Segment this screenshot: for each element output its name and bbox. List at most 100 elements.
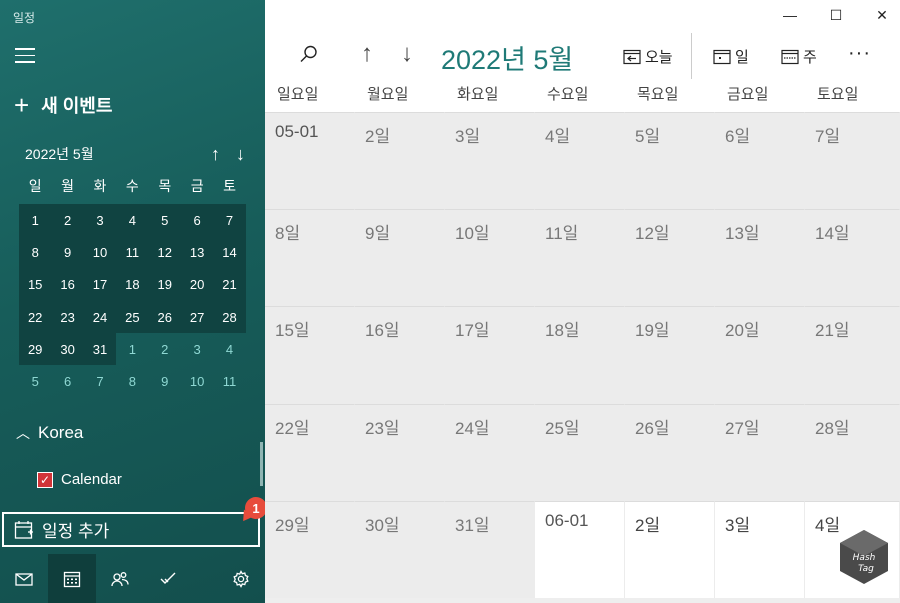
- mini-day[interactable]: 5: [19, 365, 51, 397]
- sidebar-scrollbar[interactable]: [260, 442, 263, 486]
- settings-nav-button[interactable]: [217, 554, 265, 603]
- day-cell[interactable]: 06-01: [535, 500, 625, 598]
- mini-day[interactable]: 21: [213, 268, 246, 301]
- mini-day[interactable]: 27: [180, 300, 214, 334]
- mini-day[interactable]: 22: [19, 300, 52, 334]
- day-cell[interactable]: 9일: [355, 209, 445, 307]
- day-cell[interactable]: 17일: [445, 306, 535, 404]
- day-cell[interactable]: 8일: [265, 209, 355, 307]
- checkbox-checked-icon[interactable]: ✓: [37, 471, 53, 488]
- mini-day[interactable]: 7: [84, 365, 116, 397]
- day-cell[interactable]: 2일: [355, 112, 445, 210]
- mini-day[interactable]: 1: [19, 204, 52, 237]
- week-view-button[interactable]: 주: [781, 46, 817, 67]
- today-button[interactable]: 오늘: [623, 46, 673, 67]
- mini-day[interactable]: 15: [19, 268, 52, 301]
- todo-nav-button[interactable]: [144, 554, 192, 603]
- day-cell[interactable]: 28일: [805, 403, 900, 501]
- day-cell[interactable]: 21일: [805, 306, 900, 404]
- day-cell[interactable]: 3일: [445, 112, 535, 210]
- day-cell[interactable]: 22일: [265, 403, 355, 501]
- mini-day[interactable]: 3: [181, 333, 213, 365]
- day-cell[interactable]: 31일: [445, 500, 535, 598]
- mini-day[interactable]: 9: [149, 365, 181, 397]
- day-cell[interactable]: 23일: [355, 403, 445, 501]
- day-cell[interactable]: 14일: [805, 209, 900, 307]
- day-cell[interactable]: 25일: [535, 403, 625, 501]
- more-options-icon[interactable]: ···: [848, 42, 871, 65]
- people-nav-button[interactable]: [96, 554, 144, 603]
- maximize-icon[interactable]: ☐: [826, 7, 846, 24]
- mini-day[interactable]: 13: [180, 236, 214, 269]
- day-cell[interactable]: 05-01: [265, 112, 355, 210]
- minimize-icon[interactable]: —: [780, 7, 800, 24]
- mini-day[interactable]: 2: [51, 204, 84, 237]
- day-cell[interactable]: 15일: [265, 306, 355, 404]
- day-cell[interactable]: 4일: [535, 112, 625, 210]
- day-cell[interactable]: 5일: [625, 112, 715, 210]
- day-cell[interactable]: 30일: [355, 500, 445, 598]
- mini-day[interactable]: 3: [83, 204, 117, 237]
- mini-day[interactable]: 25: [116, 300, 149, 334]
- mini-day[interactable]: 19: [148, 268, 181, 301]
- day-cell[interactable]: 24일: [445, 403, 535, 501]
- calendar-nav-button[interactable]: [48, 554, 96, 603]
- day-cell[interactable]: 6일: [715, 112, 805, 210]
- day-cell[interactable]: 27일: [715, 403, 805, 501]
- day-cell[interactable]: 3일: [715, 500, 805, 598]
- day-cell[interactable]: 16일: [355, 306, 445, 404]
- mail-nav-button[interactable]: [0, 554, 48, 603]
- new-event-button[interactable]: + 새 이벤트: [14, 92, 112, 118]
- day-cell[interactable]: 2일: [625, 500, 715, 598]
- next-month-arrow-down-icon[interactable]: ↓: [401, 40, 413, 68]
- mini-prev-month-arrow-up-icon[interactable]: ↑: [211, 144, 220, 165]
- close-icon[interactable]: ✕: [872, 7, 892, 24]
- mini-day[interactable]: 18: [116, 268, 149, 301]
- mini-day[interactable]: 28: [213, 300, 246, 334]
- mini-day[interactable]: 10: [181, 365, 213, 397]
- mini-day[interactable]: 2: [149, 333, 181, 365]
- mini-day[interactable]: 26: [148, 300, 181, 334]
- search-button[interactable]: [299, 44, 319, 69]
- mini-day[interactable]: 24: [83, 300, 117, 334]
- day-cell[interactable]: 19일: [625, 306, 715, 404]
- mini-day[interactable]: 12: [148, 236, 181, 269]
- day-cell[interactable]: 18일: [535, 306, 625, 404]
- mini-day[interactable]: 6: [180, 204, 214, 237]
- mini-day[interactable]: 1: [116, 333, 148, 365]
- mini-day[interactable]: 17: [83, 268, 117, 301]
- hamburger-menu-icon[interactable]: [15, 48, 35, 64]
- mini-day[interactable]: 6: [51, 365, 83, 397]
- day-view-button[interactable]: 일: [713, 46, 749, 67]
- mini-day[interactable]: 29: [19, 333, 52, 366]
- day-cell[interactable]: 13일: [715, 209, 805, 307]
- mini-day[interactable]: 10: [83, 236, 117, 269]
- day-cell[interactable]: 12일: [625, 209, 715, 307]
- mini-day[interactable]: 14: [213, 236, 246, 269]
- month-title[interactable]: 2022년 5월: [441, 38, 573, 77]
- day-cell[interactable]: 29일: [265, 500, 355, 598]
- mini-day[interactable]: 5: [148, 204, 181, 237]
- mini-day[interactable]: 7: [213, 204, 246, 237]
- mini-day[interactable]: 11: [116, 236, 149, 269]
- calendar-group-korea[interactable]: ︿ Korea: [16, 423, 83, 443]
- add-schedule-button[interactable]: 일정 추가: [2, 512, 260, 547]
- mini-day[interactable]: 30: [51, 333, 84, 366]
- prev-month-arrow-up-icon[interactable]: ↑: [361, 40, 373, 68]
- mini-day[interactable]: 4: [213, 333, 245, 365]
- mini-day[interactable]: 9: [51, 236, 84, 269]
- mini-day[interactable]: 16: [51, 268, 84, 301]
- mini-day[interactable]: 31: [83, 333, 117, 366]
- mini-day[interactable]: 20: [180, 268, 214, 301]
- mini-day[interactable]: 8: [116, 365, 148, 397]
- day-cell[interactable]: 10일: [445, 209, 535, 307]
- calendar-checkbox-item[interactable]: ✓ Calendar: [37, 471, 122, 488]
- mini-day[interactable]: 23: [51, 300, 84, 334]
- mini-day[interactable]: 4: [116, 204, 149, 237]
- day-cell[interactable]: 7일: [805, 112, 900, 210]
- day-cell[interactable]: 11일: [535, 209, 625, 307]
- mini-day[interactable]: 8: [19, 236, 52, 269]
- mini-next-month-arrow-down-icon[interactable]: ↓: [236, 144, 245, 165]
- day-cell[interactable]: 20일: [715, 306, 805, 404]
- mini-day[interactable]: 11: [213, 365, 245, 397]
